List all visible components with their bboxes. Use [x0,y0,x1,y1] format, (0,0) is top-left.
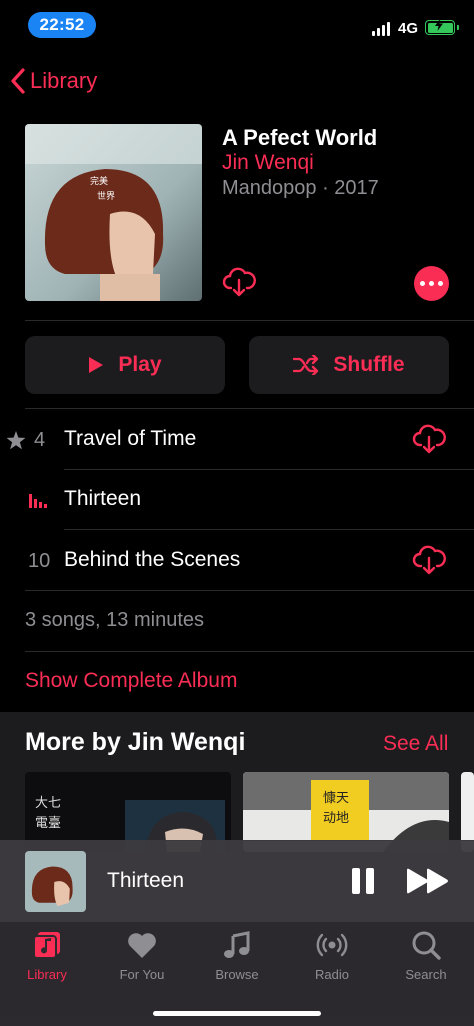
back-button[interactable]: Library [10,68,97,94]
more-options-button[interactable] [414,266,449,301]
mini-player-title: Thirteen [107,869,185,892]
tab-for-you[interactable]: For You [95,928,189,982]
album-artist-link[interactable]: Jin Wenqi [222,151,314,175]
chevron-left-icon [11,68,25,94]
download-album-button[interactable] [222,265,256,299]
heart-icon [128,933,156,958]
search-icon [412,931,441,960]
ellipsis-icon [420,281,425,286]
track-title: Travel of Time [64,427,197,450]
music-note-icon [224,931,250,958]
divider [25,408,474,409]
tab-search[interactable]: Search [379,928,473,982]
album-artwork[interactable]: 完美 世界 [25,124,202,301]
tab-browse[interactable]: Browse [190,928,284,982]
tab-label: Library [27,967,67,982]
track-title: Behind the Scenes [64,548,241,571]
status-time: 22:52 [28,12,96,38]
pause-button[interactable] [352,868,376,894]
tab-label: For You [119,967,165,982]
divider [25,320,474,321]
svg-text:大七: 大七 [35,796,61,811]
track-number: 4 [34,429,46,451]
album-title: A Pefect World [222,125,378,150]
fast-forward-icon [407,868,448,894]
shuffle-label: Shuffle [333,353,405,376]
home-indicator[interactable] [153,1011,321,1016]
svg-text:完美: 完美 [90,175,108,187]
cloud-download-icon[interactable] [412,422,446,456]
pause-icon [352,868,360,894]
album-genre-year: Mandopop · 2017 [222,177,379,199]
play-label: Play [118,353,162,376]
radio-icon [316,933,348,957]
tab-library[interactable]: Library [0,928,94,982]
signal-strength-icon [372,22,390,36]
now-playing-icon [29,494,47,508]
shuffle-icon [293,355,319,375]
track-row[interactable]: Thirteen [0,470,474,530]
play-icon [89,357,104,373]
star-icon [6,431,26,450]
divider [25,590,474,591]
cloud-download-icon [222,267,256,297]
see-all-link[interactable]: See All [383,732,448,756]
track-number: 10 [28,550,51,572]
divider [64,529,474,530]
tab-radio[interactable]: Radio [285,928,379,982]
play-button[interactable]: Play [25,336,225,394]
cloud-download-icon[interactable] [412,543,446,577]
tab-label: Browse [215,967,259,982]
library-icon [33,932,60,959]
svg-text:世界: 世界 [97,190,115,202]
track-row[interactable]: 10 Behind the Scenes [0,531,474,591]
tab-label: Radio [315,967,349,982]
svg-text:动地: 动地 [323,811,349,826]
divider [25,651,474,652]
skip-forward-button[interactable] [406,868,450,894]
back-label: Library [30,68,98,93]
tab-label: Search [405,967,447,982]
album-summary: 3 songs, 13 minutes [25,609,204,631]
track-title: Thirteen [64,487,142,510]
track-row[interactable]: 4 Travel of Time [0,410,474,470]
svg-text:慷天: 慷天 [323,790,349,806]
show-complete-album-link[interactable]: Show Complete Album [25,669,237,693]
battery-icon [425,19,459,35]
more-by-title: More by Jin Wenqi [25,728,246,756]
svg-text:電臺: 電臺 [35,816,61,831]
network-type: 4G [398,20,419,37]
mini-player-artwork[interactable] [25,851,86,912]
shuffle-button[interactable]: Shuffle [249,336,449,394]
